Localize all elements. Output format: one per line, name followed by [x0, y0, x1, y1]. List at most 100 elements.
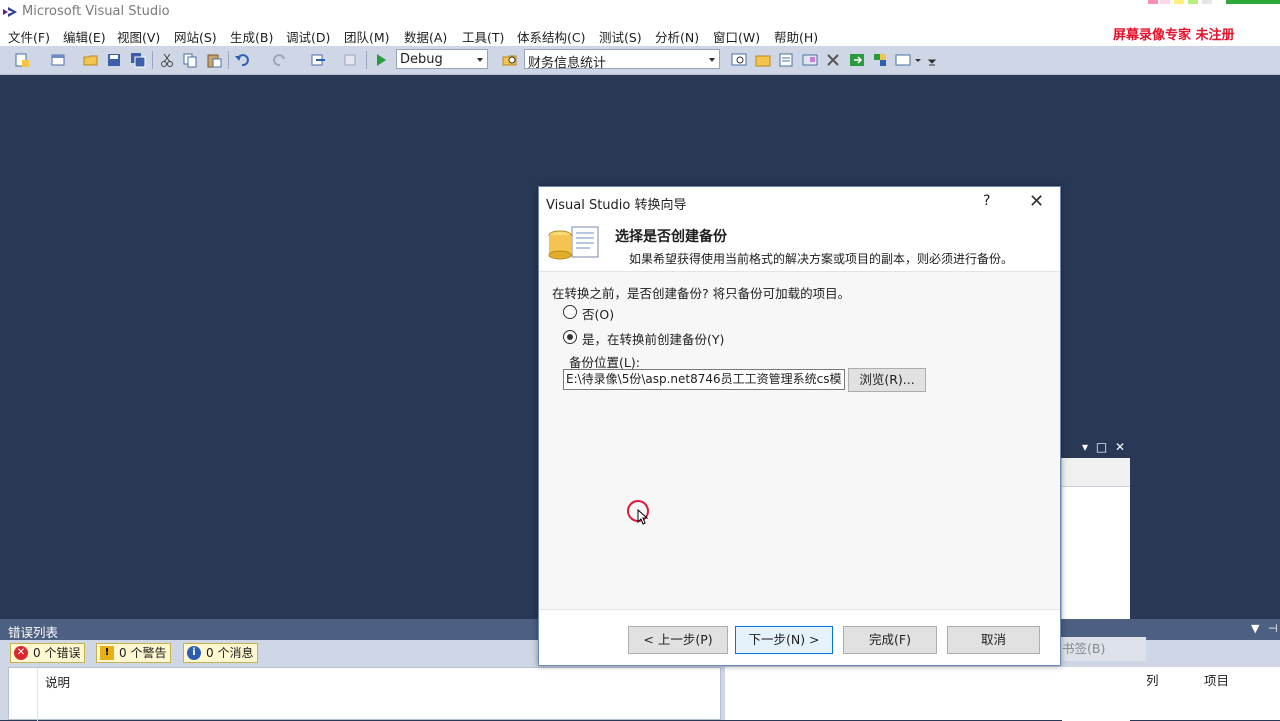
menu-team[interactable]: 团队(M)	[344, 27, 390, 46]
title-bar: Microsoft Visual Studio	[0, 0, 1280, 24]
messages-filter-button[interactable]: i 0 个消息	[183, 643, 259, 663]
toolbox-icon[interactable]	[825, 52, 841, 68]
warnings-count: 0 个警告	[119, 646, 167, 660]
menu-debug[interactable]: 调试(D)	[286, 27, 330, 46]
warning-icon: !	[100, 646, 114, 660]
redo-icon[interactable]	[272, 52, 288, 68]
menu-edit[interactable]: 编辑(E)	[63, 27, 106, 46]
new-project-icon[interactable]	[14, 52, 30, 68]
dialog-title: Visual Studio 转换向导	[546, 198, 687, 213]
toolbar-overflow-icon[interactable]	[927, 52, 937, 68]
cut-icon[interactable]	[159, 52, 175, 68]
close-button[interactable]: ✕	[1029, 191, 1044, 212]
errors-filter-button[interactable]: ✕ 0 个错误	[10, 643, 86, 663]
undo-icon[interactable]	[234, 52, 250, 68]
radio-create-backup[interactable]	[563, 330, 577, 344]
step-description: 如果希望获得使用当前格式的解决方案或项目的副本，则必须进行备份。	[629, 252, 1014, 266]
toolbar-separator	[366, 51, 367, 69]
menu-tools[interactable]: 工具(T)	[462, 27, 504, 46]
menu-website[interactable]: 网站(S)	[174, 27, 217, 46]
menu-data[interactable]: 数据(A)	[404, 27, 447, 46]
chevron-down-icon	[709, 58, 715, 62]
messages-count: 0 个消息	[206, 646, 254, 660]
backup-question: 在转换之前，是否创建备份? 将只备份可加载的项目。	[552, 286, 851, 301]
solution-explorer-icon[interactable]	[755, 52, 771, 68]
navigate-forward-icon[interactable]	[343, 52, 359, 68]
color-strip	[1174, 0, 1184, 4]
object-browser-icon[interactable]	[802, 52, 818, 68]
backup-icon	[548, 226, 599, 260]
mouse-pointer-icon	[637, 509, 649, 525]
cancel-button[interactable]: 取消	[947, 626, 1040, 654]
radio-no-backup-label[interactable]: 否(O)	[582, 304, 614, 323]
color-strip	[1160, 0, 1170, 4]
browse-button[interactable]: 浏览(R)...	[848, 368, 926, 392]
backup-location-input[interactable]: E:\待录像\5份\asp.net8746员工工资管理系统cs模	[563, 369, 845, 390]
save-icon[interactable]	[106, 52, 122, 68]
color-strip	[1202, 0, 1212, 4]
vs-logo-icon	[3, 7, 17, 17]
help-button[interactable]: ?	[983, 193, 990, 209]
maximize-icon[interactable]: □	[1096, 440, 1107, 454]
finish-button[interactable]: 完成(F)	[843, 626, 937, 654]
step-heading: 选择是否创建备份	[615, 229, 727, 245]
dropdown-icon[interactable]: ▾	[1082, 440, 1088, 454]
start-debugging-icon[interactable]	[373, 52, 389, 68]
pin-icon[interactable]: ⊣	[1268, 622, 1278, 635]
find-in-files-icon[interactable]	[502, 52, 518, 68]
column-header-column[interactable]: 列	[1146, 670, 1159, 689]
recorder-watermark: 屏幕录像专家 未注册	[1113, 28, 1235, 43]
toolbar-separator	[152, 51, 153, 69]
previous-button[interactable]: < 上一步(P)	[628, 626, 728, 654]
menu-build[interactable]: 生成(B)	[230, 27, 273, 46]
error-icon: ✕	[14, 646, 28, 660]
menu-window[interactable]: 窗口(W)	[713, 27, 760, 46]
app-title: Microsoft Visual Studio	[22, 4, 170, 19]
add-item-icon[interactable]	[50, 52, 66, 68]
save-all-icon[interactable]	[130, 52, 146, 68]
navigate-backward-icon[interactable]	[310, 52, 326, 68]
menu-bar: 文件(F) 编辑(E) 视图(V) 网站(S) 生成(B) 调试(D) 团队(M…	[0, 24, 1280, 46]
chevron-down-icon	[477, 58, 483, 62]
warnings-filter-button[interactable]: ! 0 个警告	[96, 643, 172, 663]
open-icon[interactable]	[83, 52, 99, 68]
menu-analyze[interactable]: 分析(N)	[655, 27, 699, 46]
column-divider	[37, 668, 38, 721]
error-list-title: 错误列表	[8, 625, 59, 640]
command-window-icon[interactable]	[895, 52, 911, 68]
next-button[interactable]: 下一步(N) >	[735, 626, 833, 654]
conversion-wizard-dialog: Visual Studio 转换向导 ? ✕ 选择是否创建备份 如果希望获得使用…	[538, 186, 1061, 666]
tool-window-controls: ▾ □ ✕	[1082, 440, 1125, 454]
menu-test[interactable]: 测试(S)	[599, 27, 642, 46]
find-icon[interactable]	[731, 52, 747, 68]
menu-help[interactable]: 帮助(H)	[774, 27, 818, 46]
color-strip	[1148, 0, 1158, 4]
radio-no-backup[interactable]	[563, 305, 577, 319]
extension-manager-icon[interactable]	[872, 52, 888, 68]
properties-window-icon[interactable]	[778, 52, 794, 68]
toolbar-separator	[228, 51, 229, 69]
find-combo-value: 财务信息统计	[528, 56, 607, 71]
color-strip	[1188, 0, 1198, 4]
error-list-table: 说明	[8, 667, 721, 721]
start-page-icon[interactable]	[849, 52, 865, 68]
solution-configuration-select[interactable]: Debug	[396, 49, 488, 69]
column-header-description[interactable]: 说明	[45, 672, 70, 691]
dropdown-icon[interactable]: ▼	[1251, 622, 1259, 635]
chevron-down-icon[interactable]	[913, 52, 923, 68]
menu-view[interactable]: 视图(V)	[117, 27, 160, 46]
configuration-value: Debug	[400, 52, 443, 67]
wizard-content: 在转换之前，是否创建备份? 将只备份可加载的项目。 否(O) 是，在转换前创建备…	[539, 271, 1060, 610]
info-icon: i	[187, 646, 201, 660]
copy-icon[interactable]	[182, 52, 198, 68]
errors-count: 0 个错误	[33, 646, 81, 660]
radio-create-backup-label[interactable]: 是，在转换前创建备份(Y)	[582, 329, 724, 348]
find-combo[interactable]: 财务信息统计	[524, 49, 720, 71]
close-icon[interactable]: ✕	[1115, 440, 1125, 454]
bookmark-tab[interactable]: 书签(B)	[1058, 637, 1146, 661]
paste-icon[interactable]	[206, 52, 222, 68]
standard-toolbar: Debug 财务信息统计	[0, 46, 1280, 75]
column-header-project[interactable]: 项目	[1204, 670, 1229, 689]
menu-file[interactable]: 文件(F)	[8, 27, 50, 46]
menu-architecture[interactable]: 体系结构(C)	[517, 27, 585, 46]
